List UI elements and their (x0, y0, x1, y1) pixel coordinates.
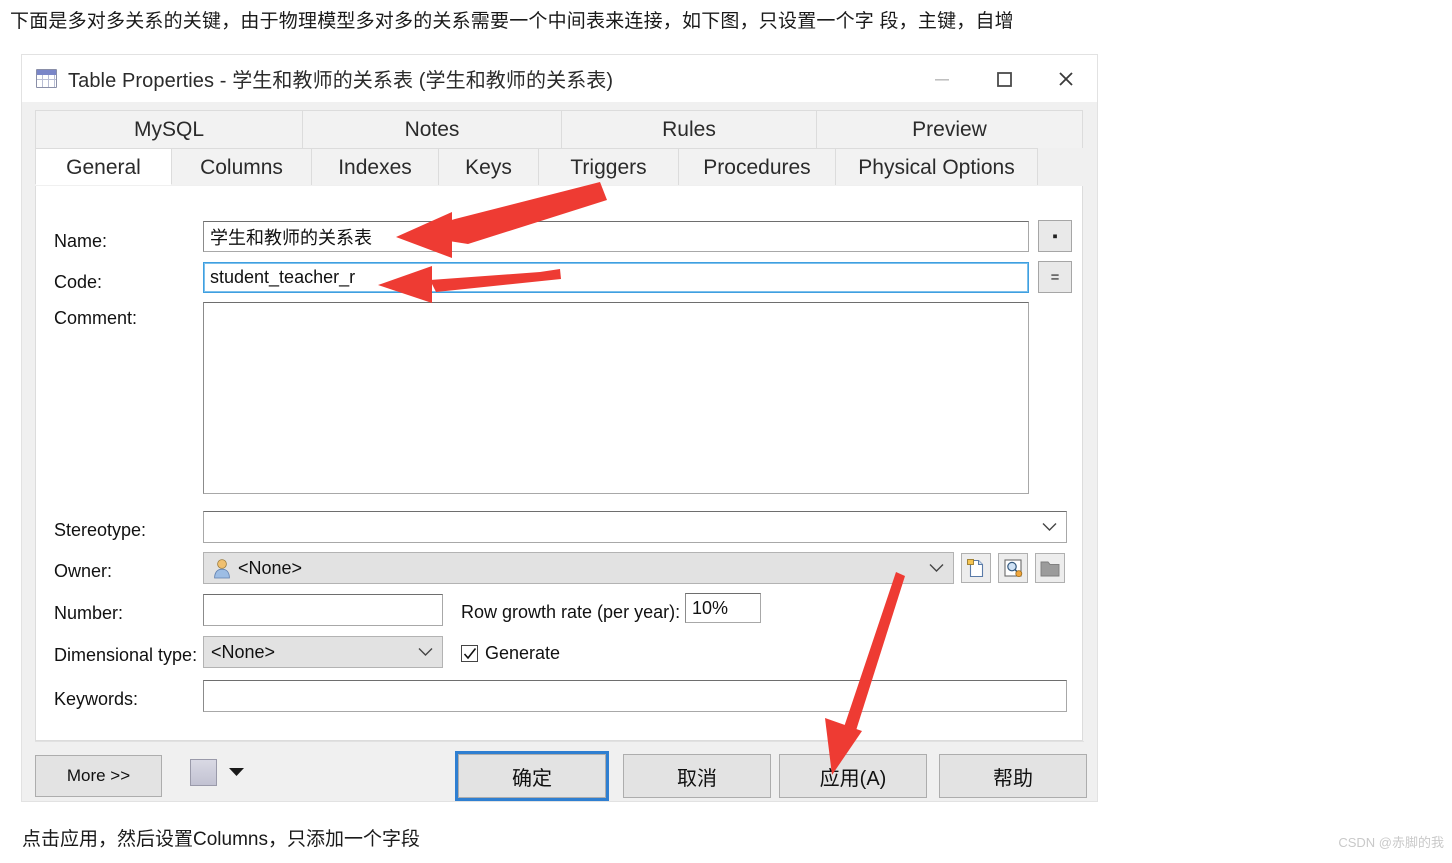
tab-label: Columns (200, 156, 283, 179)
stereotype-label: Stereotype: (54, 520, 147, 540)
chevron-down-icon (1042, 523, 1057, 531)
table-properties-dialog: Table Properties - 学生和教师的关系表 (学生和教师的关系表) (22, 55, 1097, 801)
window-controls (911, 55, 1097, 102)
minimize-button[interactable] (911, 55, 973, 102)
tab-label: General (66, 156, 141, 179)
tab-rules[interactable]: Rules (561, 110, 817, 148)
apply-button[interactable]: 应用(A) (779, 754, 927, 798)
maximize-icon (997, 71, 1012, 87)
code-options-button[interactable]: = (1038, 261, 1072, 293)
owner-browse-button[interactable] (998, 553, 1028, 583)
tab-notes[interactable]: Notes (302, 110, 562, 148)
row-growth-label: Row growth rate (per year): (461, 602, 681, 622)
name-input[interactable]: 学生和教师的关系表 (203, 221, 1029, 252)
tab-indexes[interactable]: Indexes (311, 148, 439, 185)
name-options-button[interactable]: ▪ (1038, 220, 1072, 252)
tab-triggers[interactable]: Triggers (538, 148, 679, 185)
tab-keys[interactable]: Keys (438, 148, 539, 185)
print-dropdown-icon[interactable] (228, 767, 245, 777)
chevron-down-icon (929, 564, 944, 572)
browse-object-icon (1004, 559, 1023, 578)
keywords-input[interactable] (203, 680, 1067, 712)
owner-label: Owner: (54, 561, 113, 581)
tab-label: Notes (404, 118, 460, 141)
tab-procedures[interactable]: Procedures (678, 148, 836, 185)
folder-icon (1040, 561, 1060, 577)
tab-mysql[interactable]: MySQL (35, 110, 303, 148)
intro-paragraph: 下面是多对多关系的关键，由于物理模型多对多的关系需要一个中间表来连接，如下图，只… (10, 11, 1014, 32)
owner-new-button[interactable] (961, 553, 991, 583)
cancel-button[interactable]: 取消 (623, 754, 771, 798)
help-button[interactable]: 帮助 (939, 754, 1087, 798)
name-label: Name: (54, 231, 108, 251)
dialog-title: Table Properties - 学生和教师的关系表 (学生和教师的关系表) (68, 70, 614, 92)
comment-textarea[interactable] (203, 302, 1029, 494)
tab-label: Procedures (703, 156, 811, 179)
keywords-label: Keywords: (54, 689, 139, 709)
dimensional-type-label: Dimensional type: (54, 645, 198, 665)
owner-folder-button[interactable] (1035, 553, 1065, 583)
dimensional-type-combo[interactable]: <None> (203, 636, 443, 668)
checkbox-box (461, 645, 478, 662)
comment-label: Comment: (54, 308, 138, 328)
table-icon (36, 69, 57, 88)
close-button[interactable] (1035, 55, 1097, 102)
print-icon[interactable] (190, 759, 217, 786)
tab-columns[interactable]: Columns (171, 148, 312, 185)
tab-label: MySQL (133, 118, 204, 141)
tab-label: Indexes (338, 156, 412, 179)
general-tab-panel: Name: 学生和教师的关系表 ▪ Code: student_teacher_… (35, 186, 1083, 741)
tab-label: Keys (465, 156, 512, 179)
dialog-titlebar: Table Properties - 学生和教师的关系表 (学生和教师的关系表) (22, 55, 1097, 102)
code-options-glyph: = (1050, 268, 1060, 286)
number-input[interactable] (203, 594, 443, 626)
chevron-down-icon (418, 648, 433, 656)
stereotype-combo[interactable] (203, 511, 1067, 543)
tab-label: Physical Options (858, 156, 1015, 179)
more-button[interactable]: More >> (35, 755, 162, 797)
dimensional-type-value: <None> (211, 641, 276, 662)
user-icon (214, 559, 230, 579)
maximize-button[interactable] (973, 55, 1035, 102)
footer-divider (35, 741, 1084, 742)
tab-strip: MySQL Notes Rules Preview General Column… (35, 110, 1083, 185)
tab-label: Rules (662, 118, 716, 141)
tab-general[interactable]: General (35, 148, 172, 185)
row-growth-input[interactable]: 10% (685, 593, 761, 623)
owner-value: <None> (238, 557, 303, 578)
general-form: Name: 学生和教师的关系表 ▪ Code: student_teacher_… (36, 186, 1082, 740)
tab-preview[interactable]: Preview (816, 110, 1083, 148)
minimize-icon (935, 78, 949, 81)
tab-row-primary: General Columns Indexes Keys Triggers Pr… (35, 148, 1083, 185)
generate-checkbox[interactable]: Generate (461, 643, 560, 664)
tab-row-secondary: MySQL Notes Rules Preview (35, 110, 1083, 148)
tab-physical-options[interactable]: Physical Options (835, 148, 1038, 185)
new-object-icon (967, 559, 984, 578)
tab-label: Triggers (570, 156, 647, 179)
generate-label: Generate (485, 643, 561, 663)
number-label: Number: (54, 603, 124, 623)
tab-label: Preview (912, 118, 987, 141)
code-input[interactable]: student_teacher_r (203, 262, 1029, 293)
ok-button[interactable]: 确定 (455, 751, 609, 801)
caption-paragraph: 点击应用，然后设置Columns，只添加一个字段 (22, 829, 420, 850)
name-options-glyph: ▪ (1052, 227, 1058, 245)
owner-combo[interactable]: <None> (203, 552, 954, 584)
dialog-footer: More >> 确定 取消 应用(A) 帮助 (22, 741, 1097, 801)
check-icon (463, 648, 477, 660)
csdn-watermark: CSDN @赤脚的我 (1338, 835, 1444, 850)
close-icon (1059, 71, 1073, 86)
code-label: Code: (54, 272, 103, 292)
